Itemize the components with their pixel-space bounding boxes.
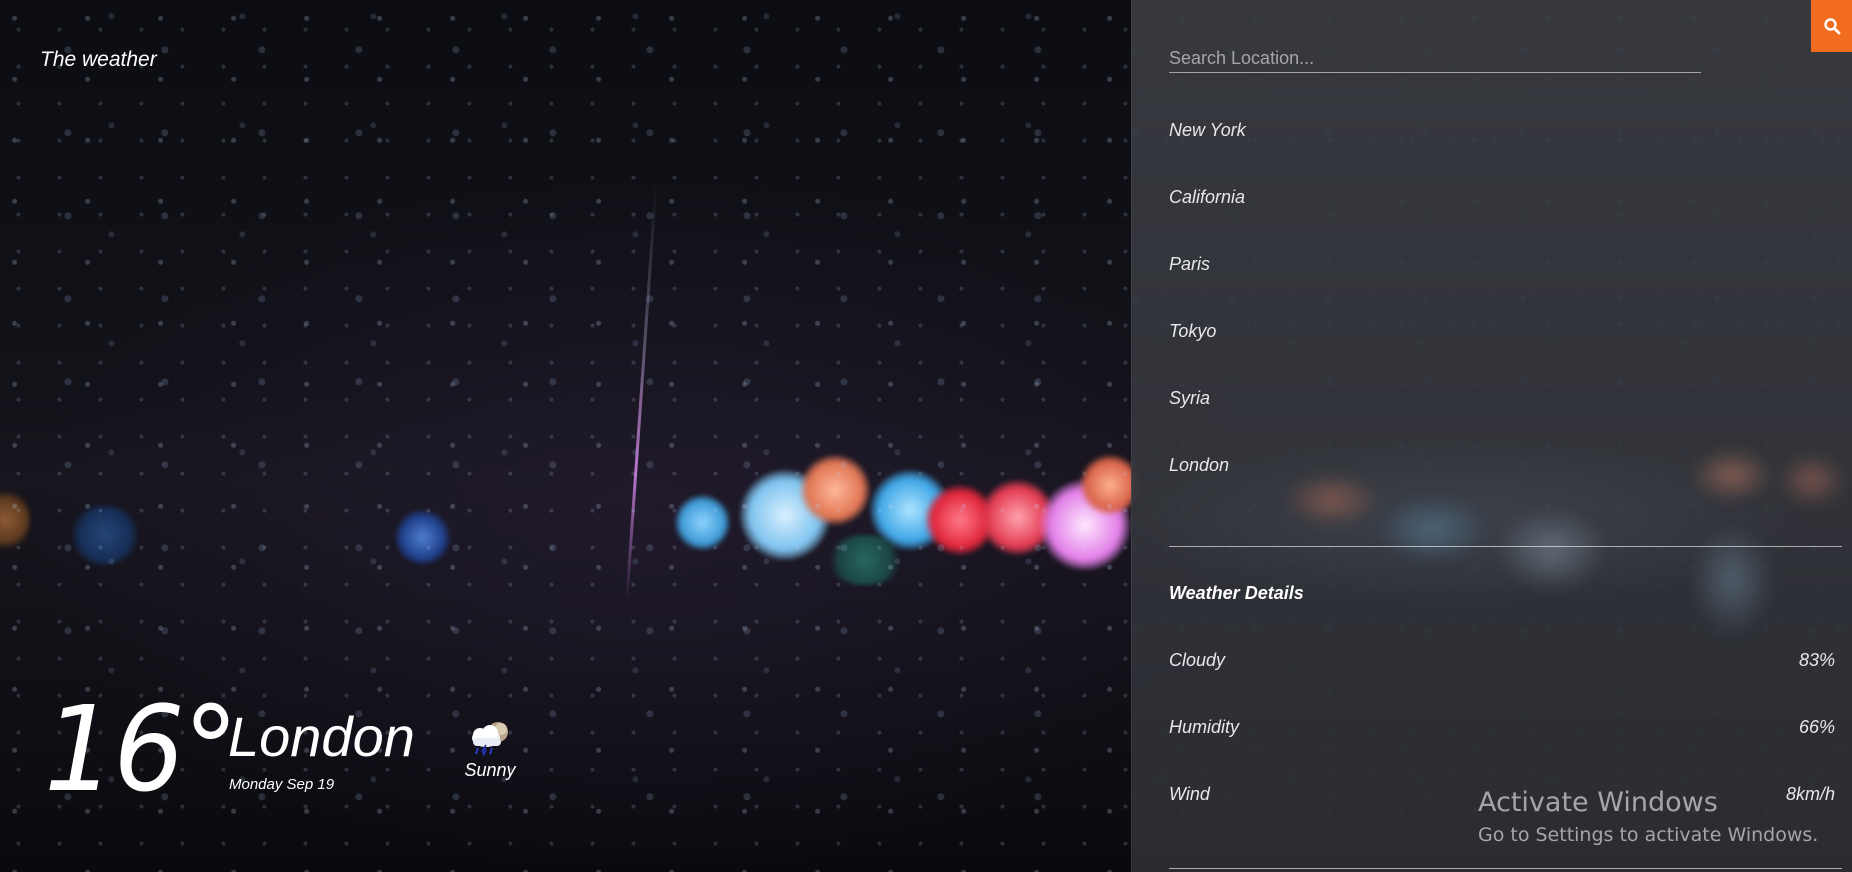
- side-panel: New York California Paris Tokyo Syria Lo…: [1131, 0, 1852, 872]
- app-title: The weather: [40, 48, 157, 71]
- detail-label: Humidity: [1169, 717, 1240, 737]
- detail-label: Cloudy: [1169, 650, 1226, 670]
- search-icon: [1824, 18, 1841, 35]
- city-name: London: [228, 705, 415, 768]
- location-item-paris[interactable]: Paris: [1169, 254, 1246, 321]
- detail-label: Wind: [1169, 784, 1210, 804]
- detail-row-wind: Wind 8km/h: [1169, 784, 1835, 805]
- divider: [1169, 868, 1842, 869]
- divider: [1169, 546, 1842, 547]
- detail-value: 83%: [1798, 650, 1835, 670]
- date-label: Monday Sep 19: [229, 776, 335, 793]
- condition-label: Sunny: [464, 760, 516, 780]
- location-item-new-york[interactable]: New York: [1169, 120, 1246, 187]
- search-button[interactable]: [1811, 0, 1852, 52]
- cloud-rain-icon: [472, 722, 508, 756]
- location-item-california[interactable]: California: [1169, 187, 1246, 254]
- location-list: New York California Paris Tokyo Syria Lo…: [1169, 120, 1246, 522]
- detail-value: 66%: [1798, 717, 1835, 737]
- location-item-syria[interactable]: Syria: [1169, 388, 1246, 455]
- detail-value: 8km/h: [1785, 784, 1835, 804]
- detail-row-cloudy: Cloudy 83%: [1169, 650, 1835, 671]
- temperature: 16°: [44, 680, 239, 818]
- location-item-london[interactable]: London: [1169, 455, 1246, 522]
- condition: Sunny: [444, 718, 536, 781]
- weather-details-title: Weather Details: [1169, 583, 1304, 603]
- detail-row-humidity: Humidity 66%: [1169, 717, 1835, 738]
- weather-app: The weather 16° London Monday Sep 19 Sun…: [0, 0, 1852, 872]
- location-item-tokyo[interactable]: Tokyo: [1169, 321, 1246, 388]
- search-input[interactable]: [1169, 44, 1701, 73]
